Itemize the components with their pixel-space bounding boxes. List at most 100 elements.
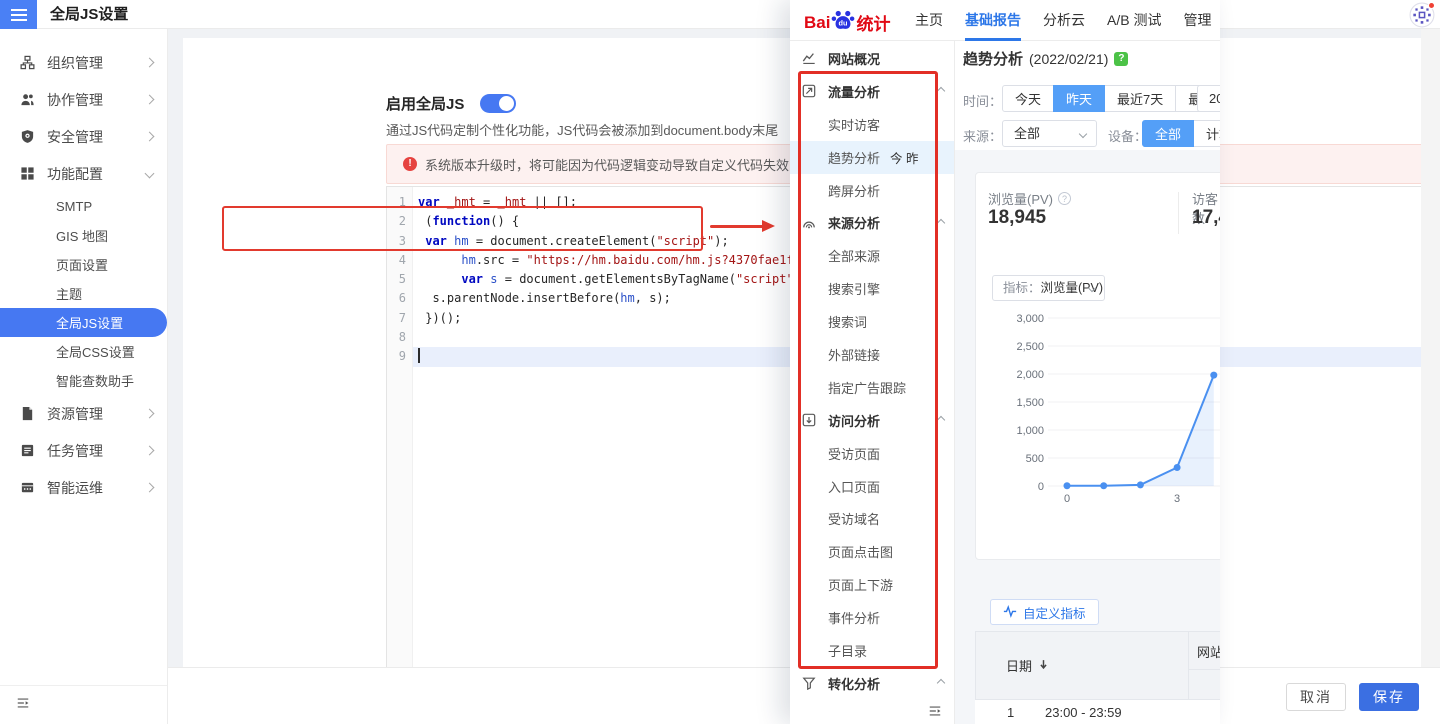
sidebar-subitem-label: 主题 [56, 284, 82, 303]
baidu-menu-item[interactable]: 入口页面 [790, 470, 954, 503]
notification-dot [1428, 2, 1435, 9]
sidebar-subitem[interactable]: 全局JS设置 [0, 308, 167, 337]
org-icon [20, 55, 35, 70]
baidu-nav-tab[interactable]: 主页 [915, 0, 943, 41]
stat-divider [1178, 192, 1179, 234]
device-chip-group: 全部计算机 [1142, 120, 1220, 147]
table-row[interactable]: 1 23:00 - 23:59 [975, 700, 1220, 724]
menu-label: 受访页面 [828, 444, 880, 463]
custom-metric-label: 自定义指标 [1023, 603, 1086, 622]
sidebar-subitem-label: 智能查数助手 [56, 371, 134, 390]
baidu-menu-item[interactable]: 转化分析 [790, 667, 954, 700]
sidebar-item-label: 资源管理 [47, 404, 146, 424]
info-icon[interactable]: ? [1058, 192, 1071, 205]
sidebar-subitem[interactable]: 全局CSS设置 [0, 337, 167, 366]
svg-text:1,500: 1,500 [1016, 397, 1044, 409]
enable-global-js-toggle[interactable] [480, 94, 516, 113]
help-icon[interactable]: ? [1114, 52, 1128, 66]
sidebar-item[interactable]: 功能配置 [0, 155, 167, 192]
sort-down-icon[interactable] [1038, 658, 1049, 673]
sidebar-subitem[interactable]: 智能查数助手 [0, 366, 167, 395]
sidebar-item-label: 安全管理 [47, 127, 146, 147]
svg-text:3,000: 3,000 [1016, 313, 1044, 325]
date-column-header[interactable]: 日期 [1006, 656, 1032, 675]
sidebar-item-label: 功能配置 [47, 164, 146, 184]
baidu-menu-item[interactable]: 访问分析 [790, 404, 954, 437]
date-range-input[interactable]: 202 [1197, 85, 1220, 112]
baidu-menu-item[interactable]: 受访域名 [790, 502, 954, 535]
sidebar-subitem[interactable]: 主题 [0, 279, 167, 308]
baidu-nav-tab[interactable]: 基础报告 [965, 0, 1021, 41]
baidu-menu-item[interactable]: 来源分析 [790, 206, 954, 239]
sidebar-item[interactable]: 协作管理 [0, 81, 167, 118]
baidu-menu-item[interactable]: 搜索引擎 [790, 272, 954, 305]
sidebar-item-label: 组织管理 [47, 53, 146, 73]
menu-label: 来源分析 [828, 213, 880, 232]
logo-tongji-text: 统计 [856, 10, 890, 35]
baidu-menu-item[interactable]: 网站概况 [790, 42, 954, 75]
baidu-nav-tab[interactable]: A/B 测试 [1107, 0, 1161, 41]
page-scrollbar[interactable] [1421, 29, 1440, 667]
menu-label: 网站概况 [828, 49, 880, 68]
device-chip[interactable]: 计算机 [1193, 120, 1220, 147]
sidebar-subitem[interactable]: GIS 地图 [0, 221, 167, 250]
menu-label: 事件分析 [828, 608, 880, 627]
baidu-menu-item[interactable]: 流量分析 [790, 75, 954, 108]
sidebar-item[interactable]: 智能运维 [0, 469, 167, 506]
baidu-menu-item[interactable]: 受访页面 [790, 437, 954, 470]
time-chip[interactable]: 今天 [1002, 85, 1054, 112]
baidu-tongji-logo[interactable]: Bai du 统计 [804, 7, 890, 38]
save-button[interactable]: 保存 [1359, 683, 1419, 711]
baidu-menu-item[interactable]: 事件分析 [790, 601, 954, 634]
app-sidebar-nav: 组织管理协作管理安全管理功能配置 SMTPGIS 地图页面设置主题全局JS设置全局… [0, 44, 167, 506]
code-annotation-redbox [222, 206, 703, 251]
baidu-menu-item[interactable]: 外部链接 [790, 338, 954, 371]
baidu-menu-item[interactable]: 趋势分析今 昨 [790, 141, 954, 174]
app-plugin-icon[interactable] [1409, 2, 1435, 28]
sidebar-subitem-label: 全局JS设置 [56, 313, 123, 332]
baidu-menu-item[interactable]: 跨屏分析 [790, 174, 954, 207]
sidebar-collapse-icon[interactable] [16, 696, 30, 715]
funnel-icon [802, 676, 816, 690]
sidebar-item-label: 任务管理 [47, 441, 146, 461]
cancel-button[interactable]: 取消 [1286, 683, 1346, 711]
svg-text:1,000: 1,000 [1016, 425, 1044, 437]
menu-label: 趋势分析 [828, 148, 880, 167]
sidebar-subitem[interactable]: 页面设置 [0, 250, 167, 279]
device-chip[interactable]: 全部 [1142, 120, 1194, 147]
baidu-nav-tab[interactable]: 管理 [1183, 0, 1211, 41]
baidu-menu-item[interactable]: 指定广告跟踪 [790, 371, 954, 404]
sidebar-item[interactable]: 安全管理 [0, 118, 167, 155]
chevron-up-icon [937, 219, 945, 227]
menu-label: 跨屏分析 [828, 181, 880, 200]
pv-stat-label: 浏览量(PV) [988, 189, 1053, 208]
baidu-menu-item[interactable]: 页面点击图 [790, 535, 954, 568]
metric-select[interactable]: 指标：浏览量(PV) [992, 275, 1105, 301]
baidu-menu-item[interactable]: 实时访客 [790, 108, 954, 141]
sidebar-item[interactable]: 资源管理 [0, 395, 167, 432]
baidu-nav-tab[interactable]: 分析云 [1043, 0, 1085, 41]
baidu-collapse-icon[interactable] [928, 704, 944, 720]
sidebar-item[interactable]: 组织管理 [0, 44, 167, 81]
warning-icon: ! [403, 157, 417, 171]
chevron-right-icon [145, 132, 155, 142]
sidebar-subitem[interactable]: SMTP [0, 192, 167, 221]
sidebar-subitem-label: 全局CSS设置 [56, 342, 135, 361]
time-chip[interactable]: 最近7天 [1104, 85, 1176, 112]
line-number: 6 [387, 289, 413, 308]
baidu-menu-item[interactable]: 搜索词 [790, 305, 954, 338]
source-filter-label: 来源： [963, 126, 1002, 145]
baidu-menu-item[interactable]: 页面上下游 [790, 568, 954, 601]
menu-label: 入口页面 [828, 477, 880, 496]
source-select[interactable]: 全部 [1002, 120, 1097, 147]
time-chip[interactable]: 昨天 [1053, 85, 1105, 112]
baidu-menu-item[interactable]: 子目录 [790, 634, 954, 667]
sidebar-item[interactable]: 任务管理 [0, 432, 167, 469]
custom-metric-button[interactable]: 自定义指标 [990, 599, 1099, 625]
visit-icon [802, 413, 816, 427]
menu-toggle-button[interactable] [0, 0, 37, 29]
chevron-up-icon [937, 87, 945, 95]
baidu-menu-item[interactable]: 全部来源 [790, 239, 954, 272]
baidu-paw-icon: du [830, 7, 856, 38]
chevron-right-icon [145, 58, 155, 68]
